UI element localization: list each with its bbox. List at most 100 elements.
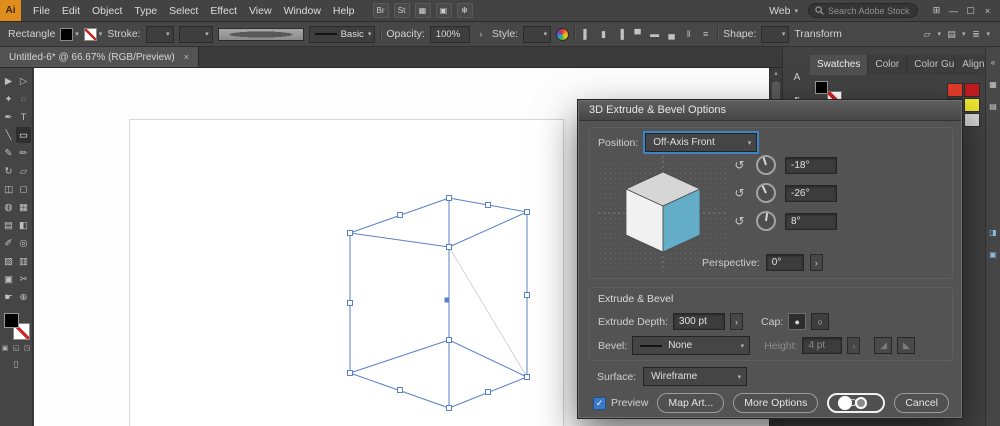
scroll-up-icon[interactable]: ▴ [770,68,782,80]
rotate-z-dial[interactable] [756,211,776,231]
align-right-icon[interactable]: ▐ [614,27,627,41]
document-presets-icon[interactable]: ▣ [436,3,452,18]
fill-swatch[interactable] [4,313,19,328]
stroke-color-swatch[interactable] [84,28,97,41]
align-left-icon[interactable]: ▌ [580,27,593,41]
menu-edit[interactable]: Edit [56,0,86,22]
map-art-button[interactable]: Map Art... [657,393,724,413]
type-tool[interactable]: T [16,109,31,125]
shape-builder-tool[interactable]: ◍ [1,199,16,215]
arrange-documents-icon[interactable]: ▦ [415,3,431,18]
scale-tool[interactable]: ▱ [16,163,31,179]
free-transform-tool[interactable]: ◻ [16,181,31,197]
screen-mode-icon[interactable]: ▯ [0,359,32,370]
width-tool[interactable]: ◫ [1,181,16,197]
gpu-performance-icon[interactable]: ✻ [457,3,473,18]
hand-tool[interactable]: ☛ [1,289,16,305]
symbol-sprayer-tool[interactable]: ▨ [1,253,16,269]
close-icon[interactable]: × [184,52,189,62]
align-center-h-icon[interactable]: ▮ [597,27,610,41]
distribute-v-icon[interactable]: ≡ [699,27,712,41]
character-panel-icon[interactable]: A [787,69,807,85]
mesh-tool[interactable]: ▤ [1,217,16,233]
color-panel-icon[interactable]: ▦ [986,77,1000,91]
more-options-button[interactable]: More Options [733,393,818,413]
workspace-switcher[interactable]: Web ▾ [769,5,798,17]
cap-off-icon[interactable]: ○ [811,313,829,330]
menu-window[interactable]: Window [278,0,327,22]
panel-tab-align[interactable]: Align [955,55,985,75]
opacity-select[interactable]: 100% [430,26,470,43]
menu-effect[interactable]: Effect [204,0,243,22]
symbols-panel-icon[interactable]: ▣ [986,247,1000,261]
extrude-depth-flyout-icon[interactable]: › [730,313,743,330]
gradient-tool[interactable]: ◧ [16,217,31,233]
color-swatch[interactable] [964,98,980,112]
search-input[interactable]: Search Adobe Stock [808,3,918,18]
panel-tab-color-guide[interactable]: Color Guide [907,55,955,75]
distribute-h-icon[interactable]: ‖ [682,27,695,41]
brush-definition-select[interactable]: Basic▾ [309,26,376,43]
eyedropper-tool[interactable]: ✐ [1,235,16,251]
document-setup-icon[interactable]: ▤ [945,27,958,41]
menu-type[interactable]: Type [128,0,163,22]
artboard-tool[interactable]: ▣ [1,271,16,287]
rotate-x-field[interactable]: -18° [785,157,837,174]
rotate-y-field[interactable]: -26° [785,185,837,202]
surface-select[interactable]: Wireframe ▾ [643,367,747,386]
rotate-z-field[interactable]: 8° [785,213,837,230]
app-grid-icon[interactable]: ⊞ [928,3,945,19]
style-select[interactable]: ▾ [523,26,551,43]
stroke-weight-select[interactable]: ▾ [146,26,174,43]
stock-icon[interactable]: St [394,3,410,18]
panel-menu-icon[interactable]: ≣ [969,27,982,41]
opacity-flyout-icon[interactable]: › [475,26,487,42]
draw-inside-icon[interactable]: ◳ [23,343,32,353]
extrude-depth-field[interactable]: 300 pt [673,313,725,330]
panel-tab-color[interactable]: Color [868,55,907,75]
fill-color-swatch[interactable] [60,28,73,41]
menu-help[interactable]: Help [327,0,361,22]
menu-select[interactable]: Select [163,0,204,22]
menu-view[interactable]: View [243,0,278,22]
paintbrush-tool[interactable]: ✎ [1,145,16,161]
close-icon[interactable]: × [979,3,996,19]
document-tab[interactable]: Untitled-6* @ 66.67% (RGB/Preview) × [0,47,199,67]
rectangle-tool[interactable]: ▭ [16,127,31,143]
column-graph-tool[interactable]: ▥ [16,253,31,269]
lasso-tool[interactable]: ◌ [16,91,31,107]
color-swatch[interactable] [964,113,980,127]
magic-wand-tool[interactable]: ✦ [1,91,16,107]
libraries-panel-icon[interactable]: ◨ [986,225,1000,239]
slice-tool[interactable]: ✂ [16,271,31,287]
stroke-profile-preview[interactable] [218,28,304,41]
draw-normal-icon[interactable]: ▣ [1,343,10,353]
perspective-field[interactable]: 0° [766,254,804,271]
shape-options-select[interactable]: ▾ [761,26,789,43]
blend-tool[interactable]: ◎ [16,235,31,251]
transform-label[interactable]: Transform [794,28,841,40]
pencil-tool[interactable]: ✏ [16,145,31,161]
ok-button[interactable]: OK [827,393,885,413]
shape-properties-icon[interactable]: ▱ [920,27,933,41]
fill-proxy-swatch[interactable] [815,81,828,94]
rotate-x-dial[interactable] [756,155,776,175]
cancel-button[interactable]: Cancel [894,393,949,413]
restore-icon[interactable]: ▢ [962,3,979,19]
preview-control[interactable]: ✓ Preview [593,397,648,410]
color-swatch[interactable] [964,83,980,97]
zoom-tool[interactable]: ⊕ [16,289,31,305]
perspective-flyout-icon[interactable]: › [810,254,823,271]
bevel-select[interactable]: None ▾ [632,336,750,355]
pen-tool[interactable]: ✒ [1,109,16,125]
recolor-artwork-icon[interactable] [556,28,569,41]
menu-file[interactable]: File [27,0,56,22]
align-top-icon[interactable]: ▀ [631,27,644,41]
dialog-title[interactable]: 3D Extrude & Bevel Options [579,101,961,121]
bridge-icon[interactable]: Br [373,3,389,18]
align-middle-icon[interactable]: ▬ [648,27,661,41]
draw-behind-icon[interactable]: ◱ [12,343,21,353]
position-select[interactable]: Off-Axis Front ▾ [645,133,757,152]
perspective-grid-tool[interactable]: ▦ [16,199,31,215]
menu-object[interactable]: Object [86,0,128,22]
